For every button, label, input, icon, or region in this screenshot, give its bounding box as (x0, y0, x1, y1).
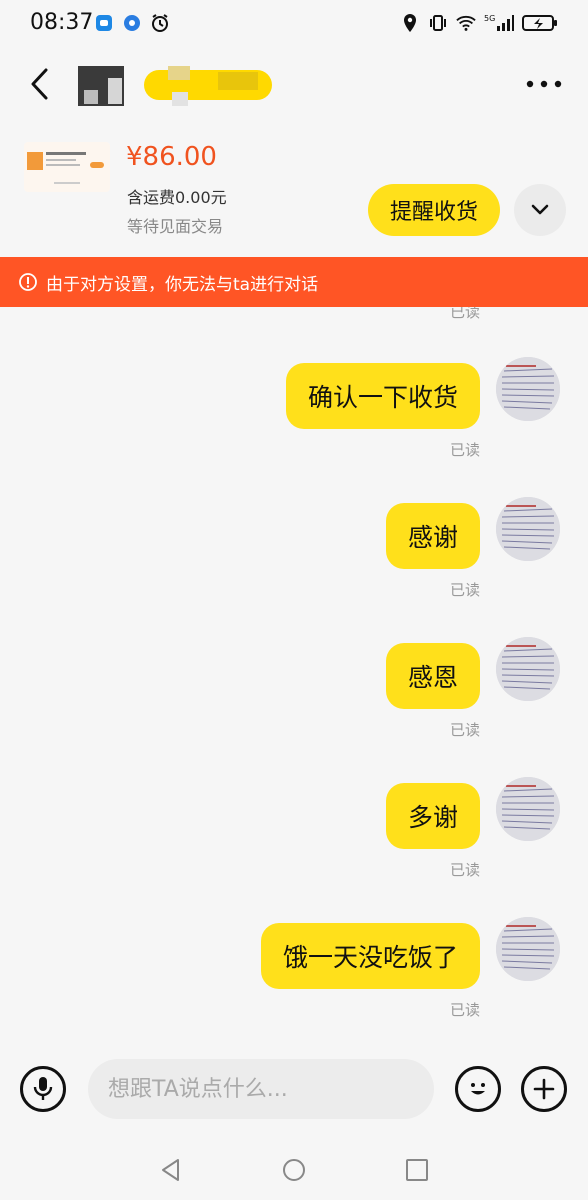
alert-circle-icon (19, 273, 37, 291)
browser-app-icon (122, 13, 142, 33)
message-item: 饿一天没吃饭了 已读 (0, 917, 560, 1047)
product-thumbnail[interactable] (24, 142, 110, 192)
chevron-down-icon (531, 204, 549, 215)
system-nav-bar (0, 1137, 588, 1200)
alarm-icon (150, 13, 170, 33)
chevron-left-icon (31, 68, 48, 100)
plus-icon (533, 1078, 555, 1100)
vibrate-icon (428, 13, 448, 33)
message-bubble[interactable]: 确认一下收货 (285, 363, 480, 429)
status-time: 08:37 (30, 10, 94, 35)
banner-text: 由于对方设置，你无法与ta进行对话 (46, 274, 319, 295)
message-bubble[interactable]: 感恩 (385, 643, 480, 709)
emoji-button[interactable] (455, 1066, 501, 1112)
read-receipt: 已读 (449, 721, 480, 739)
restriction-banner: 由于对方设置，你无法与ta进行对话 (0, 257, 588, 307)
system-icons: 5G (400, 13, 558, 33)
message-bubble[interactable]: 感谢 (385, 503, 480, 569)
expand-button[interactable] (514, 184, 566, 236)
message-bubble[interactable]: 饿一天没吃饭了 (260, 923, 480, 989)
read-receipt: 已读 (449, 861, 480, 879)
nav-home-icon[interactable] (281, 1157, 307, 1183)
read-receipt: 已读 (449, 581, 480, 599)
message-item: 多谢 已读 (0, 777, 560, 913)
message-bubble[interactable]: 多谢 (385, 783, 480, 849)
message-item: 确认一下收货 已读 (0, 357, 560, 493)
more-actions-button[interactable] (521, 1066, 567, 1112)
input-bar (0, 1047, 588, 1137)
avatar[interactable] (496, 637, 560, 701)
message-item: 感谢 已读 (0, 497, 560, 633)
message-item: 感恩 已读 (0, 637, 560, 773)
message-list[interactable]: 已读 确认一下收货 已读 感谢 已读 感恩 已读 多谢 已读 饿一天没吃饭了 已… (0, 307, 588, 1047)
avatar[interactable] (496, 497, 560, 561)
nav-recents-icon[interactable] (404, 1157, 430, 1183)
more-horizontal-icon (526, 80, 562, 88)
back-button[interactable] (24, 66, 60, 102)
product-card: ¥86.00 含运费0.00元 等待见面交易 提醒收货 (0, 122, 588, 257)
nav-back-icon[interactable] (158, 1157, 184, 1183)
message-app-icon (94, 13, 114, 33)
microphone-icon (33, 1077, 53, 1100)
message-input[interactable] (88, 1059, 434, 1119)
avatar[interactable] (496, 917, 560, 981)
avatar[interactable] (496, 777, 560, 841)
voice-button[interactable] (20, 1066, 66, 1112)
location-icon (400, 13, 420, 33)
remind-receipt-button[interactable]: 提醒收货 (368, 184, 500, 236)
product-price: ¥86.00 (126, 142, 217, 172)
read-receipt: 已读 (449, 441, 480, 459)
smiley-icon (471, 1083, 485, 1095)
trade-status: 等待见面交易 (127, 217, 224, 236)
network-type: 5G (484, 14, 495, 23)
wifi-icon (456, 13, 476, 33)
contact-name-redacted[interactable] (78, 62, 278, 110)
signal-icon: 5G (484, 13, 514, 33)
notification-icons (94, 13, 170, 33)
avatar[interactable] (496, 357, 560, 421)
status-bar: 08:37 5G (0, 0, 588, 50)
chat-header (0, 50, 588, 122)
more-button[interactable] (524, 76, 564, 92)
read-receipt: 已读 (449, 1001, 480, 1019)
battery-charging-icon (522, 13, 558, 33)
read-receipt: 已读 (449, 307, 480, 321)
shipping-fee: 含运费0.00元 (127, 188, 227, 207)
